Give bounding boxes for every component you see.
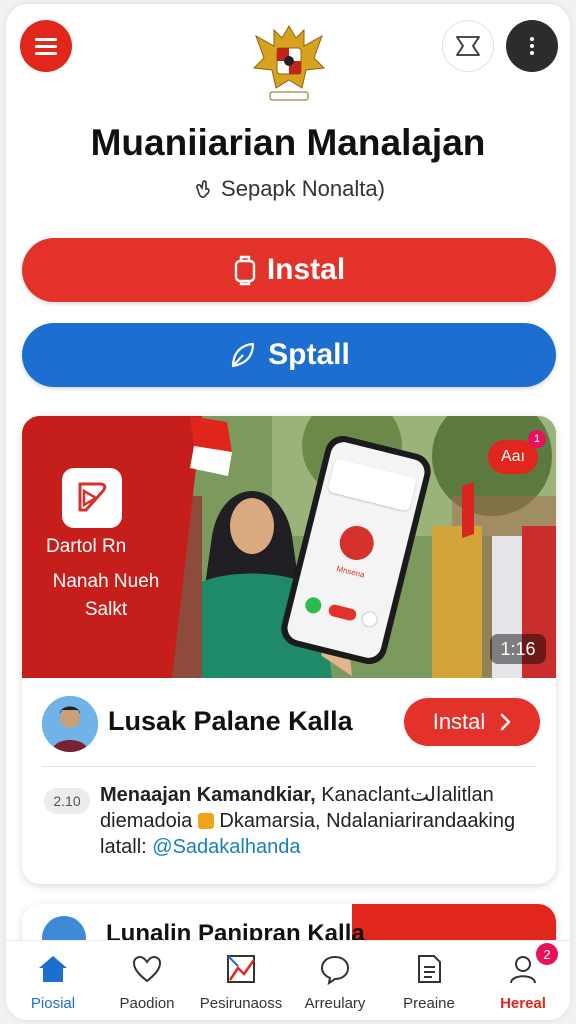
divider — [42, 766, 536, 767]
nav-label-profile: Hereal — [500, 995, 546, 1012]
nav-item-home[interactable]: Piosial — [6, 941, 100, 1020]
bottom-navigation: Piosial Paodion Pesirunaoss Arreulary Pr… — [6, 940, 570, 1020]
hand-icon — [196, 180, 210, 198]
banner-subtitle: Nanah Nueh Salkt — [52, 571, 160, 620]
profile-icon — [510, 956, 536, 984]
document-icon — [418, 955, 441, 983]
description-bold: Menaajan Kamandkiar, — [100, 784, 316, 806]
phone-label: Mnsena — [335, 564, 366, 580]
nav-item-favorites[interactable]: Paodion — [100, 941, 194, 1020]
phone-green-dot — [303, 595, 324, 616]
nav-notification-badge: 2 — [536, 943, 558, 965]
author-name[interactable]: Lusak Palane Kalla — [108, 706, 353, 737]
install-label: Instal — [266, 253, 346, 286]
page-title: Muaniiarian Manalajan — [90, 122, 486, 163]
chart-icon — [227, 955, 256, 983]
nav-item-documents[interactable]: Preaine — [382, 941, 476, 1020]
nav-item-profile[interactable]: Hereal 2 — [476, 941, 570, 1020]
nav-label-home: Piosial — [30, 995, 76, 1012]
person-avatar-icon — [42, 696, 98, 752]
feature-card-header: Lusak Palane Kalla Instal — [22, 678, 556, 770]
nav-label-documents: Preaine — [403, 995, 455, 1012]
install-button[interactable]: Instal — [22, 238, 556, 302]
feature-card[interactable]: Dartol Rn Nanah Nueh Salkt Mnsena Aaı 1 … — [22, 416, 556, 884]
national-emblem-icon — [252, 25, 326, 101]
app-logo-tile — [62, 468, 122, 528]
subtitle-text: Sepapk Nonalta) — [221, 176, 385, 201]
user-handle-link[interactable]: @Sadakalhanda — [152, 836, 300, 858]
phone-logo-circle — [336, 522, 378, 564]
nav-label-search: Arreulary — [304, 995, 366, 1012]
notification-badge: 1 — [528, 430, 546, 448]
app-screen: Muaniiarian Manalajan Sepapk Nonalta) In… — [6, 4, 570, 1020]
home-icon — [39, 956, 67, 982]
phone-white-dot — [359, 609, 380, 630]
nav-label-stats: Pesirunaoss — [199, 995, 283, 1012]
page-subtitle: Sepapk Nonalta) — [6, 176, 570, 202]
card-install-label: Instal — [432, 709, 486, 734]
banner-title: Dartol Rn — [46, 536, 127, 557]
phone-red-pill — [327, 603, 358, 622]
spotall-label: Sptall — [268, 338, 350, 371]
menu-button[interactable] — [20, 20, 72, 72]
post-description: Menaajan Kamandkiar, Kanaclantالتalitlan… — [100, 782, 546, 860]
chevron-right-icon — [501, 713, 511, 731]
device-icon — [234, 255, 256, 286]
nav-item-search[interactable]: Arreulary — [288, 941, 382, 1020]
vertical-dots-icon — [530, 37, 534, 55]
video-duration: 1:16 — [490, 634, 546, 664]
chat-bubble-icon — [320, 955, 350, 985]
hamburger-icon — [35, 38, 57, 55]
phone-header-card — [327, 458, 418, 512]
emoji-icon — [197, 813, 214, 829]
desc-badge: 2.10 — [44, 788, 90, 814]
heart-icon — [132, 955, 162, 983]
leaf-icon — [232, 342, 255, 368]
feature-banner-image[interactable]: Dartol Rn Nanah Nueh Salkt Mnsena Aaı 1 … — [22, 416, 556, 678]
card-install-button[interactable]: Instal — [404, 698, 540, 746]
nav-item-stats[interactable]: Pesirunaoss — [194, 941, 288, 1020]
bookmark-ribbon-icon — [456, 36, 480, 56]
more-options-button[interactable] — [506, 20, 558, 72]
spotall-button[interactable]: Sptall — [22, 323, 556, 387]
play-logo-icon — [78, 482, 107, 512]
avatar[interactable] — [42, 696, 98, 752]
nav-label-favorites: Paodion — [119, 995, 175, 1012]
share-button[interactable] — [442, 20, 494, 72]
